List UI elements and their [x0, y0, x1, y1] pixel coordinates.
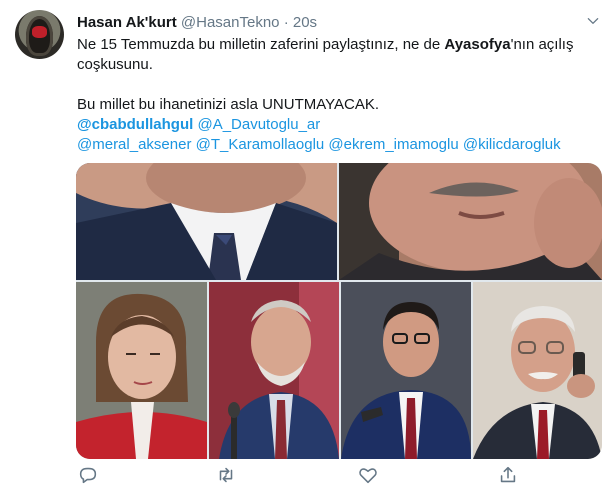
reply-icon[interactable] — [77, 464, 99, 486]
photo-graphic — [339, 163, 602, 280]
author-name[interactable]: Hasan Ak'kurt — [77, 14, 177, 31]
photo-bottom-3[interactable] — [341, 282, 471, 459]
photo-graphic — [76, 163, 337, 280]
author-handle[interactable]: @HasanTekno — [181, 14, 280, 31]
mention-line-2: @meral_aksener @T_Karamollaoglu @ekrem_i… — [77, 135, 602, 155]
photo-graphic — [473, 282, 602, 459]
photo-top-left[interactable] — [76, 163, 337, 280]
mention-link[interactable]: @kilicdarogluk — [463, 136, 561, 153]
bold-text: Ayasofya — [444, 36, 511, 53]
mention-link[interactable]: @T_Karamollaoglu — [196, 136, 325, 153]
photo-bottom-4[interactable] — [473, 282, 602, 459]
tweet[interactable]: Hasan Ak'kurt @HasanTekno · 20s Ne 15 Te… — [0, 0, 614, 496]
mention-link[interactable]: @ekrem_imamoglu — [328, 136, 458, 153]
mention-link[interactable]: @A_Davutoglu_ar — [197, 116, 320, 133]
retweet-icon[interactable] — [215, 464, 237, 486]
mention-link[interactable]: @cbabdullahgul — [77, 116, 193, 133]
mention-link[interactable]: @meral_aksener — [77, 136, 191, 153]
avatar[interactable] — [15, 10, 64, 59]
avatar-mask — [32, 26, 47, 38]
tweet-paragraph-1: Ne 15 Temmuzda bu milletin zaferini payl… — [77, 35, 602, 75]
photo-bottom-1[interactable] — [76, 282, 207, 459]
photo-graphic — [341, 282, 471, 459]
photo-graphic — [76, 282, 207, 459]
share-icon[interactable] — [497, 464, 519, 486]
photo-graphic — [209, 282, 339, 459]
text-segment: Ne 15 Temmuzda bu milletin zaferini payl… — [77, 36, 445, 53]
chevron-down-icon[interactable] — [586, 14, 600, 28]
mention-line-1: @cbabdullahgul @A_Davutoglu_ar — [77, 115, 602, 135]
photo-top-right[interactable] — [339, 163, 602, 280]
like-icon[interactable] — [357, 464, 379, 486]
separator-dot: · — [283, 14, 289, 31]
photo-bottom-2[interactable] — [209, 282, 339, 459]
tweet-actions — [77, 464, 602, 490]
tweet-text: Ne 15 Temmuzda bu milletin zaferini payl… — [77, 35, 602, 155]
tweet-media[interactable] — [76, 163, 602, 459]
tweet-timestamp[interactable]: 20s — [293, 14, 317, 31]
tweet-paragraph-2: Bu millet bu ihanetinizi asla UNUTMAYACA… — [77, 96, 380, 113]
tweet-header: Hasan Ak'kurt @HasanTekno · 20s — [77, 13, 317, 33]
